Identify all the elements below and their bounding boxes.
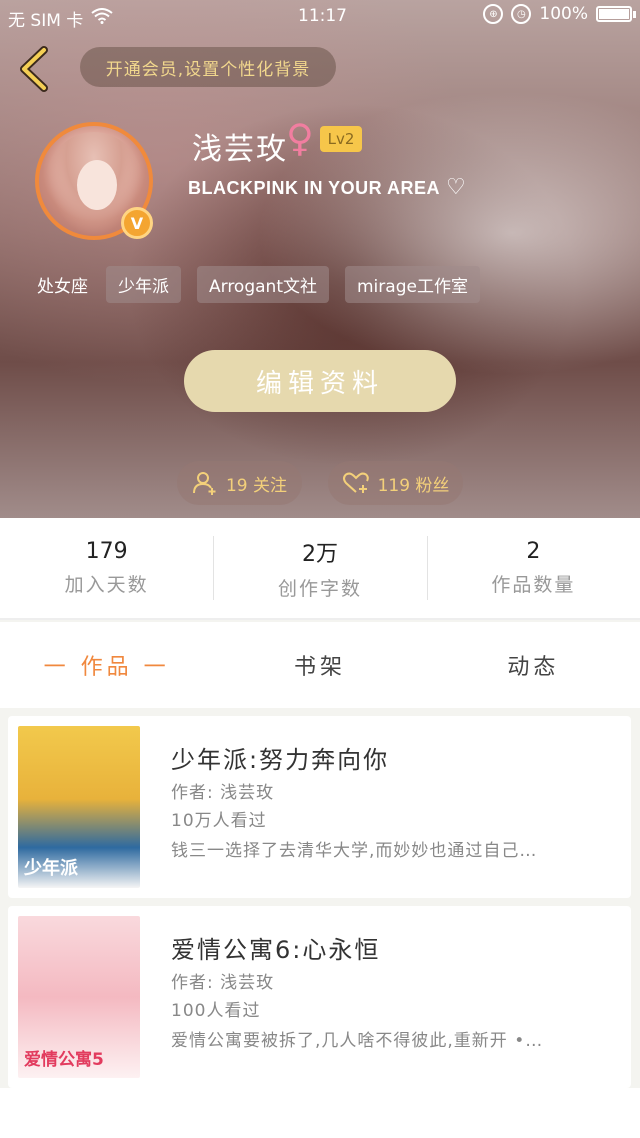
work-description: 钱三一选择了去清华大学,而妙妙也通过自己… [171,841,538,861]
zodiac-label: 处女座 [37,277,88,297]
level-badge: Lv2 [320,126,362,152]
edit-profile-button[interactable]: 编辑资料 [184,350,456,412]
carrier-text: 无 SIM 卡 [8,11,84,31]
heart-plus-icon [342,472,369,493]
motto-text: BLACKPINK IN YOUR AREA [188,178,441,198]
profile-header: 无 SIM 卡 11:17 ⊕ ◷ 100% 开通会员,设置个性化背景 V 浅芸… [0,0,640,518]
stat-works-count: 2 作品数量 [426,518,640,618]
bottom-spacer [0,1088,640,1138]
verified-badge-icon: V [121,207,153,239]
profile-tags: 处女座 少年派 Arrogant文社 mirage工作室 [37,266,496,303]
stat-join-days: 179 加入天数 [0,518,213,618]
user-name: 浅芸玫 [192,132,288,167]
work-cover-image: 爱情公寓5 [18,916,140,1078]
battery-percent: 100% [539,4,588,24]
stat-value: 2 [526,539,541,564]
work-card[interactable]: 少年派 少年派:努力奔向你 作者: 浅芸玫 10万人看过 钱三一选择了去清华大学… [8,716,631,898]
content-tabs: 一 作品 一 书架 动态 [0,622,640,708]
tag-item[interactable]: 少年派 [106,266,181,303]
tag-item[interactable]: Arrogant文社 [197,266,329,303]
work-views: 100人看过 [171,1001,261,1021]
battery-icon [596,6,636,22]
add-user-icon [192,472,216,495]
vip-promo-button[interactable]: 开通会员,设置个性化背景 [80,47,336,87]
wifi-icon [91,8,113,29]
work-author: 作者: 浅芸玫 [171,783,275,803]
user-motto: BLACKPINK IN YOUR AREA ♡ [188,174,466,200]
followers-button[interactable]: 119 粉丝 [328,461,463,505]
cover-title: 爱情公寓5 [24,1050,104,1070]
following-count: 19 关注 [225,475,288,496]
work-author: 作者: 浅芸玫 [171,973,275,993]
tab-activity[interactable]: 动态 [427,649,640,681]
rotation-lock-icon: ⊕ [483,4,504,24]
status-bar: 无 SIM 卡 11:17 ⊕ ◷ 100% [0,0,640,32]
status-time: 11:17 [298,6,347,26]
work-views: 10万人看过 [171,811,267,831]
heart-icon: ♡ [446,174,467,199]
alarm-icon: ◷ [511,4,532,24]
chevron-left-icon [20,46,48,92]
cover-title: 少年派 [24,858,78,879]
profile-stats: 179 加入天数 2万 创作字数 2 作品数量 [0,518,640,620]
stat-label: 作品数量 [491,574,576,596]
tag-item[interactable]: mirage工作室 [345,266,480,303]
work-description: 爱情公寓要被拆了,几人啥不得彼此,重新开 •… [171,1031,544,1051]
stat-value: 2万 [301,541,338,567]
work-title: 爱情公寓6:心永恒 [171,936,381,964]
back-button[interactable] [14,44,54,94]
followers-count: 119 粉丝 [377,475,450,496]
work-card[interactable]: 爱情公寓5 爱情公寓6:心永恒 作者: 浅芸玫 100人看过 爱情公寓要被拆了,… [8,906,631,1088]
female-gender-icon: ♀ [286,116,314,160]
stat-label: 加入天数 [64,574,149,596]
stat-value: 179 [85,539,128,564]
work-title: 少年派:努力奔向你 [171,746,390,774]
following-button[interactable]: 19 关注 [177,461,302,505]
tab-works[interactable]: 一 作品 一 [0,649,213,681]
stat-label: 创作字数 [277,577,362,600]
work-cover-image: 少年派 [18,726,140,888]
tab-bookshelf[interactable]: 书架 [213,649,426,681]
stat-word-count: 2万 创作字数 [213,518,426,618]
